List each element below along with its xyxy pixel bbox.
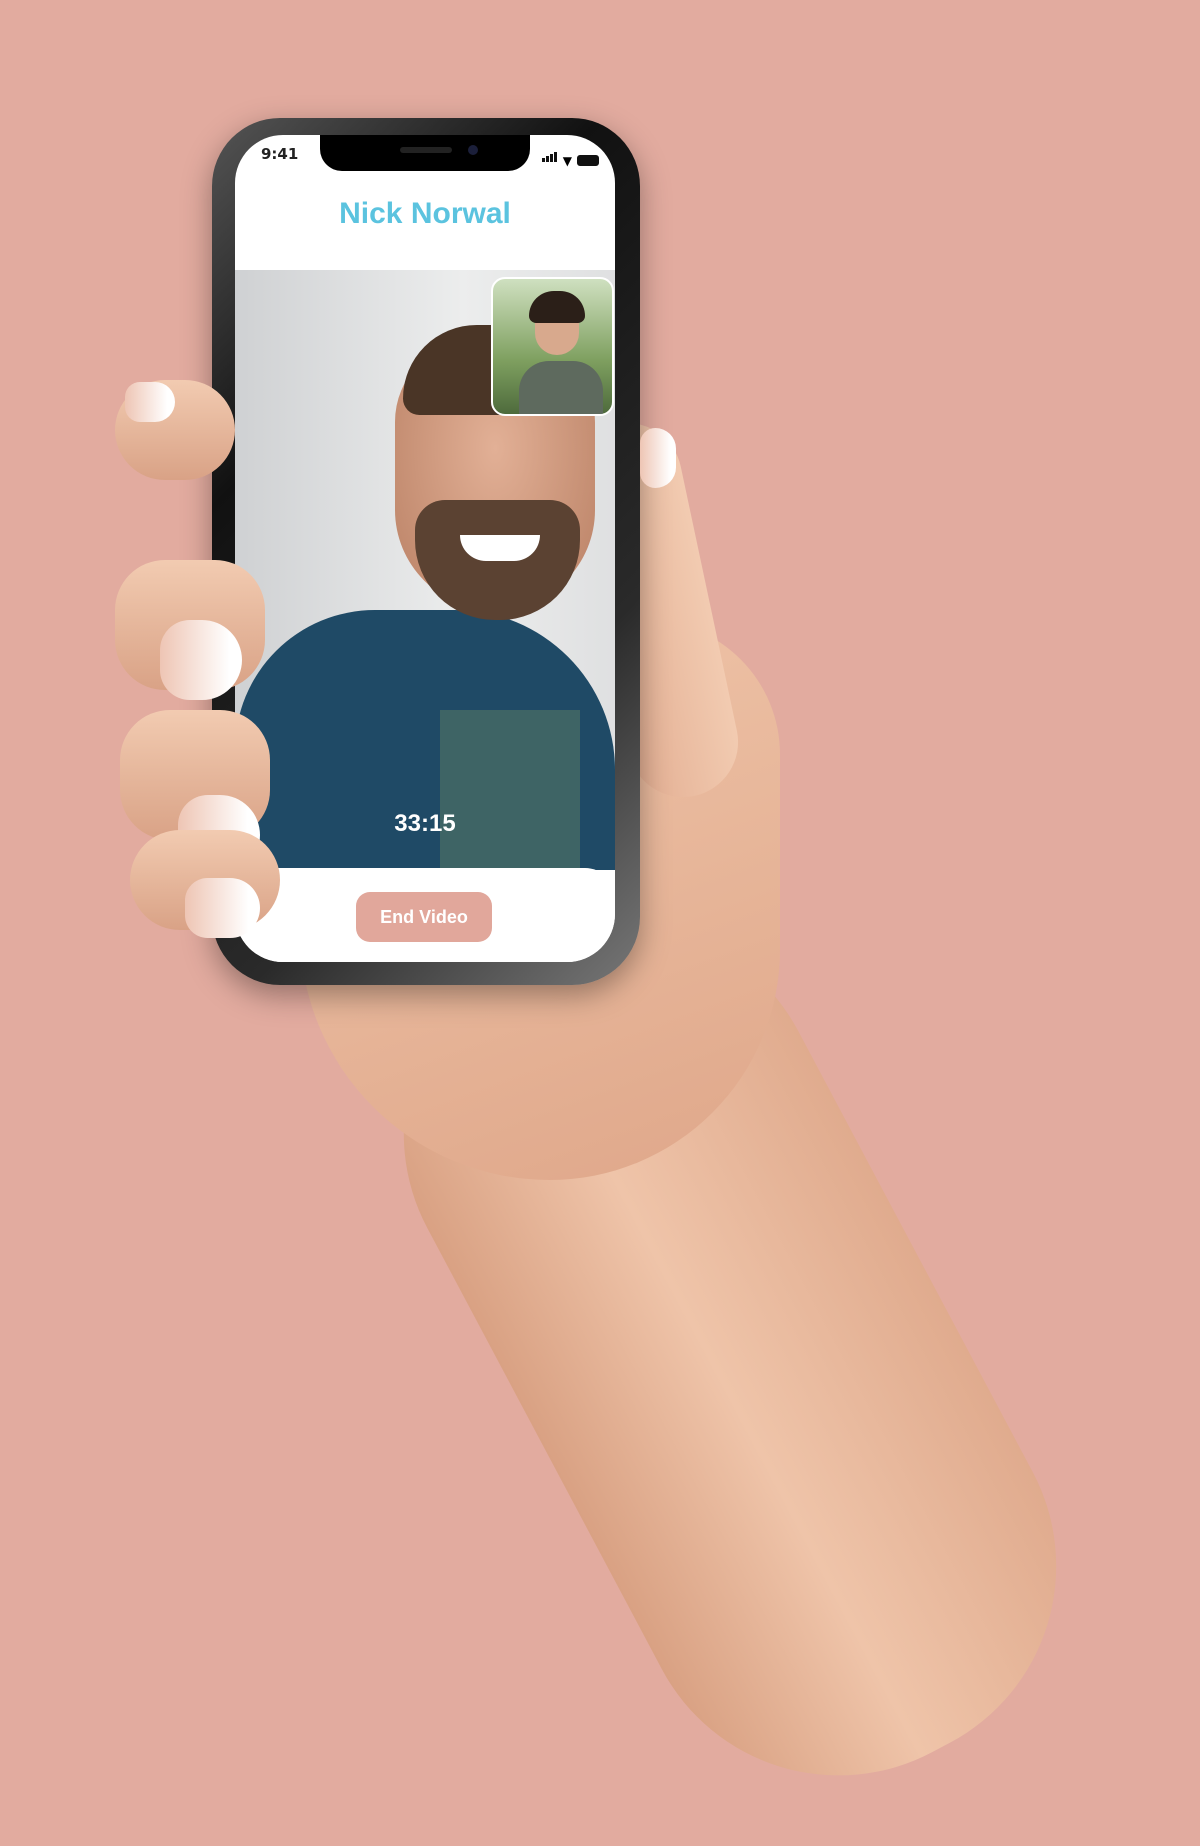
notch — [320, 135, 530, 171]
contact-name: Nick Norwal — [339, 197, 511, 230]
fingernail — [160, 620, 242, 700]
speaker — [400, 147, 452, 153]
status-time: 9:41 — [261, 145, 299, 163]
signal-icon — [541, 147, 558, 166]
fingernail — [125, 382, 175, 422]
call-timer: 33:15 — [394, 810, 456, 837]
tshirt — [440, 710, 580, 870]
status-icons: ▼ — [541, 147, 599, 168]
thumbnail — [640, 428, 676, 488]
battery-icon — [577, 155, 599, 166]
self-body — [519, 361, 603, 414]
fingernail — [185, 878, 260, 938]
self-hair — [529, 291, 585, 323]
self-view-video[interactable] — [491, 277, 614, 416]
wifi-icon: ▼ — [562, 154, 572, 168]
front-camera — [468, 145, 478, 155]
phone-screen: 9:41 ▼ Nick Norwal 33:15 End Video — [235, 135, 615, 962]
end-video-button[interactable]: End Video — [356, 892, 492, 942]
